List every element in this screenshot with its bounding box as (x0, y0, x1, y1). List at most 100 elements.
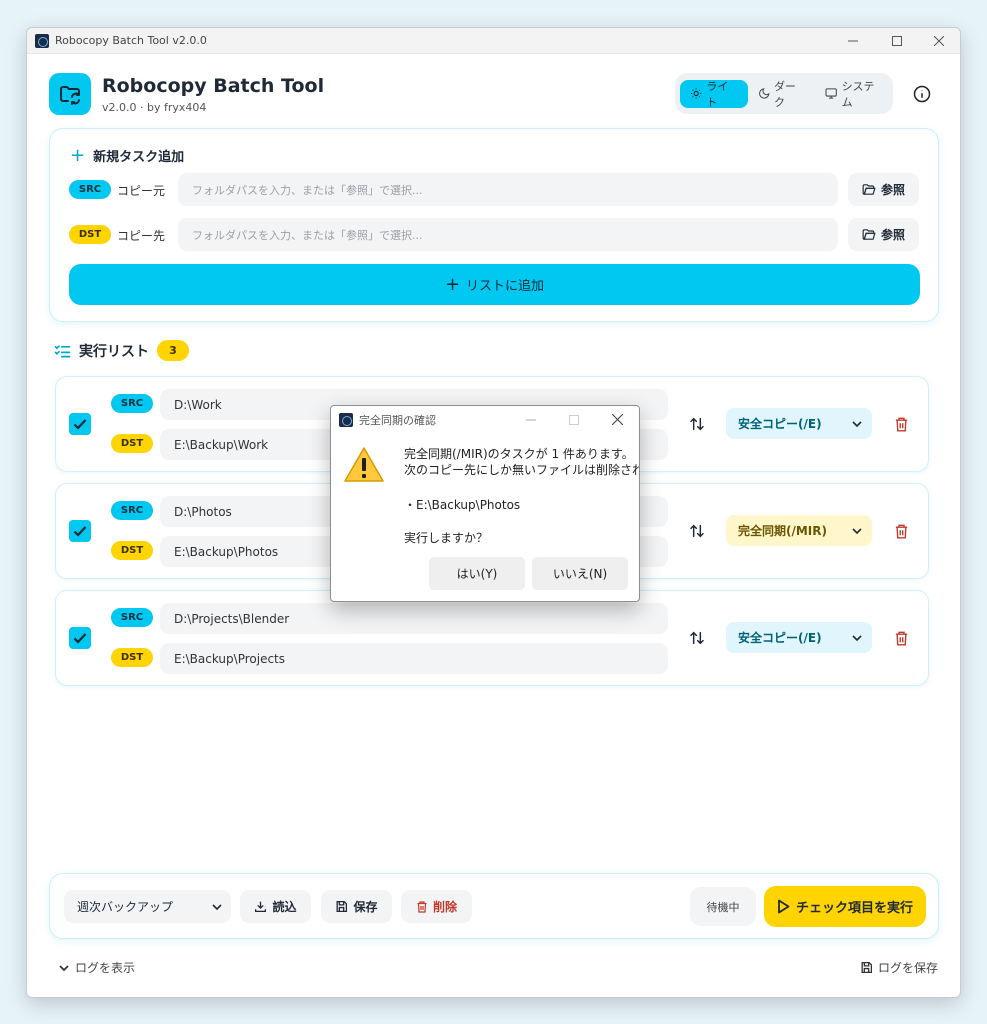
maximize-button[interactable] (875, 28, 919, 54)
src-browse-label: 参照 (880, 183, 905, 197)
moon-icon (758, 88, 770, 99)
mode-select[interactable]: 完全同期(/MIR) (726, 515, 872, 546)
app-icon (339, 412, 353, 427)
close-icon (934, 36, 944, 46)
add-to-list-button[interactable]: + リストに追加 (69, 264, 920, 305)
src-browse-button[interactable]: 参照 (848, 173, 919, 206)
delete-task-button[interactable] (892, 414, 910, 434)
dialog-message-line1: 完全同期(/MIR)のタスクが 1 件あります。 (404, 447, 634, 461)
mode-select-value: 完全同期(/MIR) (738, 524, 827, 538)
mirror-confirm-dialog: 完全同期の確認 完全同期(/MIR)のタスクが 1 件あります。 次のコピー先に… (330, 405, 640, 602)
dialog-no-button[interactable]: いいえ(N) (532, 557, 628, 590)
task-src-badge: SRC (111, 501, 153, 520)
swap-vertical-icon (690, 524, 704, 538)
save-preset-button[interactable]: 保存 (321, 890, 392, 923)
dst-browse-button[interactable]: 参照 (848, 218, 919, 251)
plus-icon: + (444, 273, 461, 295)
chevron-down-icon (852, 527, 862, 534)
mode-select[interactable]: 安全コピー(/E) (726, 408, 872, 439)
check-icon (73, 633, 87, 644)
dst-badge: DST (69, 225, 111, 244)
dst-path-input[interactable]: フォルダパスを入力、または「参照」で選択... (178, 218, 838, 251)
dialog-affected-path: ・E:\Backup\Photos (404, 498, 521, 512)
swap-button[interactable] (687, 627, 707, 649)
swap-vertical-icon (690, 417, 704, 431)
src-badge: SRC (69, 180, 111, 199)
monitor-icon (825, 88, 838, 99)
delete-preset-button[interactable]: 削除 (401, 890, 472, 923)
delete-task-button[interactable] (892, 628, 910, 648)
theme-switcher: ライト ダーク システム (675, 73, 893, 114)
task-list-title: 実行リスト (79, 343, 149, 360)
minimize-button[interactable] (831, 28, 875, 54)
chevron-down-icon (852, 634, 862, 641)
save-preset-label: 保存 (353, 900, 378, 914)
task-row: SRC DST D:\Projects\Blender E:\Backup\Pr… (55, 590, 929, 686)
chevron-down-icon (852, 420, 862, 427)
download-icon (255, 901, 267, 913)
app-subtitle: v2.0.0 · by fryx404 (102, 101, 207, 114)
task-count-badge: 3 (157, 340, 189, 361)
app-icon (35, 33, 49, 48)
save-log-button[interactable]: ログを保存 (860, 959, 938, 976)
run-checked-button[interactable]: チェック項目を実行 (764, 886, 926, 927)
check-icon (73, 419, 87, 430)
dialog-message-line2: 次のコピー先にしか無いファイルは削除されます。 (404, 463, 639, 477)
minimize-icon (848, 40, 858, 42)
folder-open-icon (862, 184, 876, 195)
show-log-toggle[interactable]: ログを表示 (59, 959, 135, 976)
add-to-list-label: リストに追加 (466, 279, 545, 294)
mode-select[interactable]: 安全コピー(/E) (726, 622, 872, 653)
app-header: Robocopy Batch Tool v2.0.0 · by fryx404 … (49, 73, 938, 117)
dialog-yes-button[interactable]: はい(Y) (429, 557, 525, 590)
preset-select[interactable]: 週次バックアップ (64, 890, 231, 923)
dialog-maximize-button (554, 406, 594, 433)
task-checkbox[interactable] (69, 520, 91, 542)
mode-select-value: 安全コピー(/E) (738, 631, 822, 645)
theme-dark-button[interactable]: ダーク (748, 80, 816, 109)
delete-preset-label: 削除 (432, 900, 457, 914)
save-icon (337, 900, 348, 913)
dialog-close-button[interactable] (597, 406, 637, 433)
info-icon (913, 85, 931, 103)
theme-system-label: システム (841, 79, 875, 109)
save-icon (861, 961, 873, 974)
app-logo (49, 73, 91, 115)
mode-select-value: 安全コピー(/E) (738, 417, 822, 431)
title-bar: Robocopy Batch Tool v2.0.0 (27, 28, 960, 54)
dialog-title: 完全同期の確認 (359, 413, 436, 427)
trash-icon (895, 524, 907, 538)
theme-system-button[interactable]: システム (815, 79, 893, 109)
about-button[interactable] (911, 83, 933, 105)
task-checkbox[interactable] (69, 413, 91, 435)
close-button[interactable] (917, 28, 960, 54)
src-path-input[interactable]: フォルダパスを入力、または「参照」で選択... (178, 173, 838, 206)
trash-icon (895, 631, 907, 645)
task-src-path[interactable]: D:\Projects\Blender (160, 603, 668, 634)
task-checkbox[interactable] (69, 627, 91, 649)
folder-open-icon (862, 229, 876, 240)
theme-light-button[interactable]: ライト (680, 79, 748, 109)
add-task-title: + 新規タスク追加 (70, 146, 184, 165)
maximize-icon (569, 414, 579, 425)
window-title: Robocopy Batch Tool v2.0.0 (55, 34, 207, 47)
swap-button[interactable] (687, 520, 707, 542)
chevron-down-icon (59, 964, 69, 971)
plus-icon: + (70, 144, 86, 166)
check-icon (73, 526, 87, 537)
task-dst-path[interactable]: E:\Backup\Projects (160, 643, 668, 674)
swap-vertical-icon (690, 631, 704, 645)
task-dst-badge: DST (111, 434, 153, 453)
folder-sync-icon (60, 86, 80, 105)
save-log-label: ログを保存 (878, 961, 939, 975)
chevron-down-icon (212, 903, 222, 910)
load-preset-button[interactable]: 読込 (240, 890, 311, 923)
run-checked-label: チェック項目を実行 (795, 901, 913, 916)
sun-icon (691, 88, 702, 99)
load-preset-label: 読込 (272, 900, 297, 914)
maximize-icon (892, 36, 902, 46)
trash-icon (417, 900, 427, 913)
swap-button[interactable] (687, 413, 707, 435)
task-dst-badge: DST (111, 541, 153, 560)
delete-task-button[interactable] (892, 521, 910, 541)
